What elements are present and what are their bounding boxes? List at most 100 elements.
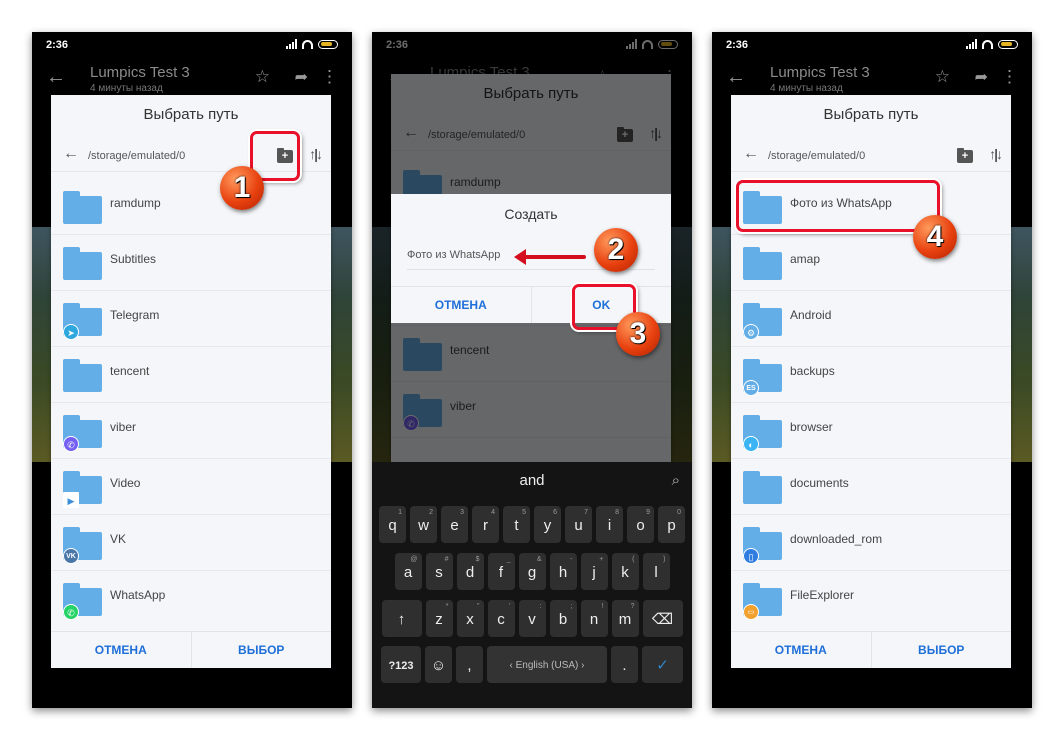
share-icon[interactable]: ➦ bbox=[975, 67, 988, 87]
folder-icon: ◐ bbox=[743, 415, 782, 452]
key[interactable]: :v bbox=[518, 600, 546, 637]
folder-row[interactable]: ✆ WhatsApp bbox=[51, 571, 331, 626]
key[interactable]: $ d bbox=[456, 553, 484, 590]
folder-row[interactable]: VK VK bbox=[51, 515, 331, 571]
sort-icon[interactable]: ↑|↓ bbox=[989, 146, 1003, 162]
share-icon[interactable]: ➦ bbox=[295, 67, 308, 87]
dialog-footer: ОТМЕНА ВЫБОР bbox=[731, 631, 1011, 668]
enter-key[interactable]: ✓ bbox=[642, 646, 683, 683]
symbols-key[interactable]: ?123 bbox=[381, 646, 421, 683]
key[interactable]: " x bbox=[456, 600, 484, 637]
wifi-icon bbox=[302, 39, 313, 49]
key[interactable]: -h bbox=[549, 553, 577, 590]
key[interactable]: ) l bbox=[642, 553, 670, 590]
suggestion-bar[interactable]: and bbox=[372, 462, 692, 500]
create-title: Создать bbox=[504, 206, 558, 222]
key[interactable]: @ a bbox=[394, 553, 422, 590]
new-folder-icon[interactable]: + bbox=[957, 148, 973, 163]
cancel-button[interactable]: ОТМЕНА bbox=[731, 632, 872, 668]
key[interactable]: 0p bbox=[658, 506, 685, 543]
key[interactable]: _ f bbox=[487, 553, 515, 590]
folder-row[interactable]: tencent bbox=[51, 347, 331, 403]
folder-row[interactable]: ES backups bbox=[731, 347, 1011, 403]
key[interactable]: ! n bbox=[580, 600, 608, 637]
folder-icon: ✆ bbox=[63, 415, 102, 452]
file-explorer-icon: ▭ bbox=[743, 604, 759, 620]
step-badge-4: 4 bbox=[913, 215, 957, 259]
folder-row[interactable]: amap bbox=[731, 235, 1011, 291]
select-button[interactable]: ВЫБОР bbox=[192, 632, 332, 668]
path-back-icon[interactable]: ← bbox=[63, 145, 79, 163]
emoji-key[interactable]: ☺ bbox=[425, 646, 452, 683]
folder-icon: ⚙ bbox=[743, 303, 782, 340]
key[interactable]: 1q bbox=[379, 506, 406, 543]
folder-row[interactable]: documents bbox=[731, 459, 1011, 515]
key[interactable]: ; b bbox=[549, 600, 577, 637]
cancel-button[interactable]: ОТМЕНА bbox=[391, 287, 532, 323]
folder-name: Subtitles bbox=[110, 252, 157, 266]
folder-row[interactable]: ◐ browser bbox=[731, 403, 1011, 459]
folder-row[interactable]: ▶ Video bbox=[51, 459, 331, 515]
star-icon[interactable]: ☆ bbox=[255, 67, 270, 87]
dialog-title: Выбрать путь bbox=[143, 106, 239, 123]
wifi-icon bbox=[982, 39, 993, 49]
back-arrow-icon[interactable]: ← bbox=[726, 66, 746, 89]
key[interactable]: * z bbox=[425, 600, 453, 637]
folder-row[interactable]: Subtitles bbox=[51, 235, 331, 291]
star-icon[interactable]: ☆ bbox=[935, 67, 950, 87]
dialog-title: Выбрать путь bbox=[823, 106, 919, 123]
folder-icon: ▭ bbox=[743, 583, 782, 620]
key[interactable]: & g bbox=[518, 553, 546, 590]
more-icon[interactable]: ⋮ bbox=[1001, 67, 1018, 87]
comma-key[interactable]: , bbox=[456, 646, 483, 683]
sort-icon[interactable]: ↑|↓ bbox=[309, 146, 323, 162]
backspace-key[interactable]: ⌫ bbox=[642, 600, 683, 637]
whatsapp-icon: ✆ bbox=[63, 604, 79, 620]
search-icon[interactable]: ⌕ bbox=[672, 472, 680, 489]
key[interactable]: + j bbox=[580, 553, 608, 590]
key[interactable]: 8i bbox=[596, 506, 623, 543]
folder-name: browser bbox=[790, 420, 833, 434]
folder-icon: ▶ bbox=[63, 471, 102, 508]
folder-icon bbox=[743, 247, 782, 280]
folder-row[interactable]: ramdump bbox=[51, 179, 331, 235]
key[interactable]: 9o bbox=[627, 506, 654, 543]
folder-row[interactable]: ⚙ Android bbox=[731, 291, 1011, 347]
folder-name: Telegram bbox=[110, 308, 160, 322]
key[interactable]: 5t bbox=[503, 506, 530, 543]
folder-icon: ES bbox=[743, 359, 782, 396]
folder-name: documents bbox=[790, 476, 849, 490]
app-subtitle: 4 минуты назад bbox=[770, 83, 843, 94]
folder-row[interactable]: ▭ FileExplorer bbox=[731, 571, 1011, 626]
key[interactable]: # s bbox=[425, 553, 453, 590]
cancel-button[interactable]: ОТМЕНА bbox=[51, 632, 192, 668]
key[interactable]: 7u bbox=[565, 506, 592, 543]
key[interactable]: ? m bbox=[611, 600, 639, 637]
folder-name: viber bbox=[110, 420, 137, 434]
es-explorer-icon: ES bbox=[743, 380, 759, 396]
key[interactable]: 2w bbox=[410, 506, 437, 543]
key[interactable]: (k bbox=[611, 553, 639, 590]
folder-name: backups bbox=[790, 364, 835, 378]
folder-name: ramdump bbox=[110, 196, 161, 210]
folder-list: ramdump Subtitles ➤ Telegram tencent ✆ vib… bbox=[51, 179, 331, 626]
browser-icon: ◐ bbox=[743, 436, 759, 452]
rom-download-icon: ▯ bbox=[743, 548, 759, 564]
folder-row[interactable]: ➤ Telegram bbox=[51, 291, 331, 347]
back-arrow-icon[interactable]: ← bbox=[46, 66, 66, 89]
period-key[interactable]: . bbox=[611, 646, 638, 683]
folder-row[interactable]: ✆ viber bbox=[51, 403, 331, 459]
key[interactable]: 3e bbox=[441, 506, 468, 543]
phone-screen-2: 2:36 ← Lumpics Test 3 ☆ ➦ ⋮ Выбрать путь… bbox=[372, 32, 692, 708]
status-bar: 2:36 bbox=[712, 32, 1032, 58]
folder-row[interactable]: ▯ downloaded_rom bbox=[731, 515, 1011, 571]
current-path: /storage/emulated/0 bbox=[88, 150, 186, 162]
shift-key[interactable]: ↑ bbox=[381, 600, 422, 637]
space-key[interactable]: ‹ English (USA) › bbox=[487, 646, 607, 683]
key[interactable]: 6y bbox=[534, 506, 561, 543]
select-button[interactable]: ВЫБОР bbox=[872, 632, 1012, 668]
key[interactable]: 4r bbox=[472, 506, 499, 543]
more-icon[interactable]: ⋮ bbox=[321, 67, 338, 87]
path-back-icon[interactable]: ← bbox=[743, 145, 759, 163]
key[interactable]: ' c bbox=[487, 600, 515, 637]
